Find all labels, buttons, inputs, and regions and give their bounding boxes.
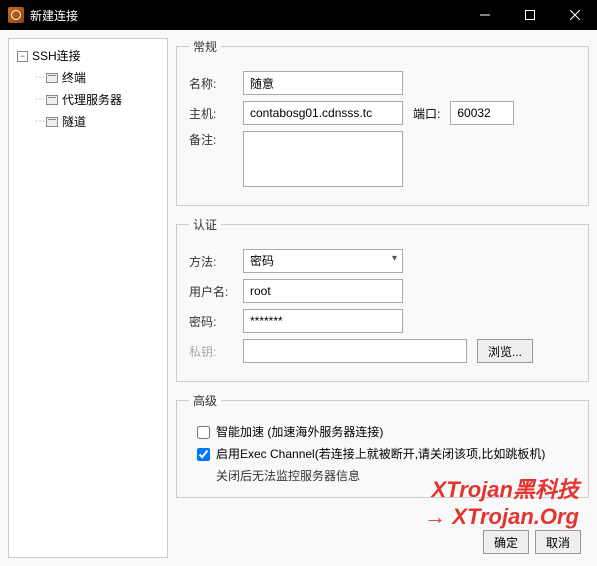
smart-accel-label: 智能加速 (加速海外服务器连接): [216, 423, 383, 441]
ok-button[interactable]: 确定: [483, 530, 529, 554]
exec-channel-label: 启用Exec Channel(若连接上就被断开,请关闭该项,比如跳板机): [216, 445, 545, 463]
tree-connector-icon: ⋯: [35, 91, 44, 109]
tree-connector-icon: ⋯: [35, 69, 44, 87]
tree-item-terminal[interactable]: ⋯ 终端: [13, 67, 163, 89]
minimize-button[interactable]: [462, 0, 507, 30]
host-input[interactable]: [243, 101, 403, 125]
close-button[interactable]: [552, 0, 597, 30]
page-icon: [46, 95, 58, 105]
tree-connector-icon: ⋯: [35, 113, 44, 131]
main-panel: 常规 名称: 主机: 端口: 备注: 认证 方法:: [176, 38, 589, 558]
maximize-button[interactable]: [507, 0, 552, 30]
user-label: 用户名:: [189, 283, 233, 300]
tree-root[interactable]: − SSH连接: [13, 45, 163, 67]
tree-item-proxy[interactable]: ⋯ 代理服务器: [13, 89, 163, 111]
advanced-legend: 高级: [189, 392, 221, 409]
remark-input[interactable]: [243, 131, 403, 187]
username-input[interactable]: [243, 279, 403, 303]
exec-channel-checkbox[interactable]: [197, 448, 210, 461]
tree-root-label: SSH连接: [32, 47, 81, 65]
name-input[interactable]: [243, 71, 403, 95]
advanced-note: 关闭后无法监控服务器信息: [216, 467, 576, 485]
key-label: 私钥:: [189, 343, 233, 360]
general-legend: 常规: [189, 38, 221, 55]
tree-item-label: 隧道: [62, 113, 86, 131]
password-input[interactable]: [243, 309, 403, 333]
app-icon: [8, 7, 24, 23]
auth-legend: 认证: [189, 216, 221, 233]
window-title: 新建连接: [30, 7, 462, 24]
exec-channel-option[interactable]: 启用Exec Channel(若连接上就被断开,请关闭该项,比如跳板机): [197, 445, 576, 463]
footer-buttons: 确定 取消: [483, 530, 581, 554]
auth-group: 认证 方法: 密码 用户名: 密码: 私钥: 浏览...: [176, 216, 589, 382]
sidebar: − SSH连接 ⋯ 终端 ⋯ 代理服务器 ⋯ 隧道: [8, 38, 168, 558]
tree-item-tunnel[interactable]: ⋯ 隧道: [13, 111, 163, 133]
general-group: 常规 名称: 主机: 端口: 备注:: [176, 38, 589, 206]
tree-item-label: 终端: [62, 69, 86, 87]
smart-accel-option[interactable]: 智能加速 (加速海外服务器连接): [197, 423, 576, 441]
pass-label: 密码:: [189, 313, 233, 330]
browse-button[interactable]: 浏览...: [477, 339, 533, 363]
port-label: 端口:: [413, 105, 440, 122]
page-icon: [46, 73, 58, 83]
advanced-group: 高级 智能加速 (加速海外服务器连接) 启用Exec Channel(若连接上就…: [176, 392, 589, 498]
smart-accel-checkbox[interactable]: [197, 426, 210, 439]
content-area: − SSH连接 ⋯ 终端 ⋯ 代理服务器 ⋯ 隧道 常规 名称: 主机:: [0, 30, 597, 566]
port-input[interactable]: [450, 101, 514, 125]
remark-label: 备注:: [189, 131, 233, 148]
window-controls: [462, 0, 597, 30]
collapse-icon[interactable]: −: [17, 51, 28, 62]
cancel-button[interactable]: 取消: [535, 530, 581, 554]
key-input[interactable]: [243, 339, 467, 363]
method-select[interactable]: 密码: [243, 249, 403, 273]
name-label: 名称:: [189, 75, 233, 92]
page-icon: [46, 117, 58, 127]
host-label: 主机:: [189, 105, 233, 122]
titlebar: 新建连接: [0, 0, 597, 30]
tree-item-label: 代理服务器: [62, 91, 122, 109]
method-label: 方法:: [189, 253, 233, 270]
